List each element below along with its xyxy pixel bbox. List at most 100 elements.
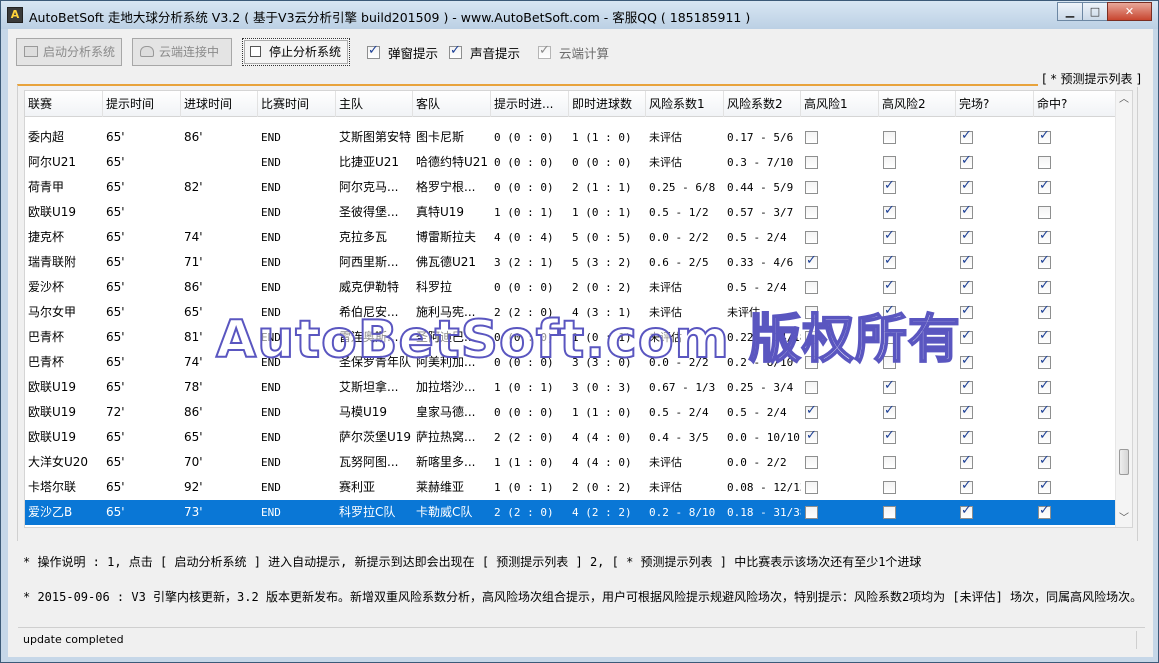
high-risk2-checkbox[interactable]	[883, 178, 896, 194]
high-risk2-checkbox[interactable]	[883, 156, 896, 169]
finished-checkbox[interactable]	[960, 428, 973, 444]
high-risk1-checkbox[interactable]	[805, 253, 818, 269]
col-high-risk2-header[interactable]: 高风险2	[879, 91, 956, 117]
title-bar[interactable]: A AutoBetSoft 走地大球分析系统 V3.2 ( 基于V3云分析引擎 …	[1, 1, 1158, 29]
table-row[interactable]: 捷克杯 65' 74' END 克拉多瓦 博雷斯拉夫 4 (0 : 4) 5 (0 : 5) 0…	[25, 225, 1117, 250]
hit-checkbox[interactable]	[1038, 128, 1051, 144]
high-risk1-checkbox[interactable]	[805, 456, 818, 469]
high-risk2-checkbox[interactable]	[883, 378, 896, 394]
hit-checkbox[interactable]	[1038, 478, 1051, 494]
high-risk2-checkbox[interactable]	[883, 303, 896, 319]
high-risk1-checkbox[interactable]	[805, 331, 818, 344]
finished-checkbox[interactable]	[960, 203, 973, 219]
high-risk1-checkbox[interactable]	[805, 428, 818, 444]
finished-checkbox[interactable]	[960, 303, 973, 319]
hit-checkbox[interactable]	[1038, 328, 1051, 344]
high-risk1-checkbox[interactable]	[805, 206, 818, 219]
finished-checkbox[interactable]	[960, 228, 973, 244]
finished-checkbox[interactable]	[960, 128, 973, 144]
table-row[interactable]: 大洋女U20 65' 70' END 瓦努阿图... 新喀里多... 1 (1 : 0) 4 …	[25, 450, 1117, 475]
high-risk1-checkbox[interactable]	[805, 231, 818, 244]
finished-checkbox[interactable]	[960, 178, 973, 194]
stop-analysis-button[interactable]: 停止分析系统	[242, 38, 350, 66]
table-row[interactable]: 阿尔U21 65' END 比捷亚U21 哈德约特U21 0 (0 : 0) 0 (0 : …	[25, 150, 1117, 175]
high-risk1-checkbox[interactable]	[805, 156, 818, 169]
high-risk1-checkbox[interactable]	[805, 403, 818, 419]
hit-checkbox[interactable]	[1038, 503, 1051, 519]
high-risk1-checkbox[interactable]	[805, 281, 818, 294]
hit-checkbox[interactable]	[1038, 403, 1051, 419]
high-risk2-checkbox[interactable]	[883, 428, 896, 444]
table-row[interactable]: 欧联U19 65' END 圣彼得堡... 真特U19 1 (0 : 1) 1 (0 : 1…	[25, 200, 1117, 225]
high-risk2-checkbox[interactable]	[883, 253, 896, 269]
table-row[interactable]: 巴青杯 65' 74' END 圣保罗青年队 阿美利加... 0 (0 : 0) 3 (3 :…	[25, 350, 1117, 375]
col-risk1-header[interactable]: 风险系数1	[646, 91, 724, 117]
col-goal-time-header[interactable]: 进球时间	[181, 91, 258, 117]
hit-checkbox[interactable]	[1038, 206, 1051, 219]
table-row[interactable]: 欧联U19 65' 65' END 萨尔茨堡U19 萨拉热窝... 2 (2 : 0) 4 (…	[25, 425, 1117, 450]
table-row[interactable]: 巴青杯 65' 81' END 雷连奥斯... 圣阿迪巴... 0 (0 : 0) 1 (0 …	[25, 325, 1117, 350]
scroll-thumb[interactable]	[1119, 449, 1129, 475]
table-row[interactable]: 欧联U19 72' 86' END 马模U19 皇家马德... 0 (0 : 0) 1 (1 …	[25, 400, 1117, 425]
high-risk2-checkbox[interactable]	[883, 278, 896, 294]
hit-checkbox[interactable]	[1038, 378, 1051, 394]
table-row[interactable]: 卡塔尔联 65' 92' END 赛利亚 莱赫维亚 1 (0 : 1) 2 (0 : 2) 未评…	[25, 475, 1117, 500]
finished-checkbox[interactable]	[960, 453, 973, 469]
col-high-risk1-header[interactable]: 高风险1	[801, 91, 879, 117]
hit-checkbox[interactable]	[1038, 428, 1051, 444]
prediction-table[interactable]: 联赛 提示时间 进球时间 比赛时间 主队 客队 提示时进... 即时进球数 风险系数1 风险系数2…	[24, 90, 1133, 528]
hit-checkbox[interactable]	[1038, 156, 1051, 169]
finished-checkbox[interactable]	[960, 378, 973, 394]
sound-checkbox[interactable]	[449, 43, 462, 59]
col-tip-score-header[interactable]: 提示时进...	[491, 91, 569, 117]
scroll-up-icon[interactable]: ︿	[1116, 91, 1132, 108]
high-risk2-checkbox[interactable]	[883, 403, 896, 419]
finished-checkbox[interactable]	[960, 353, 973, 369]
popup-toggle[interactable]: 弹窗提示	[367, 43, 438, 62]
high-risk2-checkbox[interactable]	[883, 356, 896, 369]
col-match-time-header[interactable]: 比赛时间	[258, 91, 336, 117]
high-risk1-checkbox[interactable]	[805, 181, 818, 194]
sound-toggle[interactable]: 声音提示	[449, 43, 520, 62]
high-risk1-checkbox[interactable]	[805, 481, 818, 494]
high-risk2-checkbox[interactable]	[883, 481, 896, 494]
high-risk2-checkbox[interactable]	[883, 456, 896, 469]
maximize-button[interactable]: □	[1082, 2, 1108, 21]
finished-checkbox[interactable]	[960, 503, 973, 519]
col-tip-time-header[interactable]: 提示时间	[103, 91, 181, 117]
high-risk1-checkbox[interactable]	[805, 306, 818, 319]
hit-checkbox[interactable]	[1038, 353, 1051, 369]
high-risk2-checkbox[interactable]	[883, 203, 896, 219]
hit-checkbox[interactable]	[1038, 178, 1051, 194]
high-risk1-checkbox[interactable]	[805, 131, 818, 144]
high-risk2-checkbox[interactable]	[883, 228, 896, 244]
start-analysis-button[interactable]: 启动分析系统	[16, 38, 122, 66]
col-league-header[interactable]: 联赛	[25, 91, 103, 117]
minimize-button[interactable]: ▁	[1057, 2, 1083, 21]
high-risk2-checkbox[interactable]	[883, 328, 896, 344]
high-risk1-checkbox[interactable]	[805, 506, 818, 519]
col-away-header[interactable]: 客队	[413, 91, 491, 117]
table-row[interactable]: 爱沙杯 65' 86' END 威克伊勒特 科罗拉 0 (0 : 0) 2 (0 : 2) 未评…	[25, 275, 1117, 300]
table-row[interactable]: 欧联U19 65' 78' END 艾斯坦拿... 加拉塔沙... 1 (0 : 1) 3 (…	[25, 375, 1117, 400]
high-risk2-checkbox[interactable]	[883, 131, 896, 144]
popup-checkbox[interactable]	[367, 43, 380, 59]
high-risk2-checkbox[interactable]	[883, 506, 896, 519]
table-row[interactable]: 委内超 65' 86' END 艾斯图第安特 图卡尼斯 0 (0 : 0) 1 (1 : 0)…	[25, 125, 1117, 150]
cloud-connect-button[interactable]: 云端连接中	[132, 38, 232, 66]
high-risk1-checkbox[interactable]	[805, 356, 818, 369]
col-finished-header[interactable]: 完场?	[956, 91, 1034, 117]
hit-checkbox[interactable]	[1038, 453, 1051, 469]
finished-checkbox[interactable]	[960, 328, 973, 344]
finished-checkbox[interactable]	[960, 153, 973, 169]
hit-checkbox[interactable]	[1038, 228, 1051, 244]
vertical-scrollbar[interactable]: ︿ ﹀	[1115, 91, 1132, 527]
scroll-down-icon[interactable]: ﹀	[1116, 510, 1132, 527]
col-risk2-header[interactable]: 风险系数2	[724, 91, 801, 117]
finished-checkbox[interactable]	[960, 403, 973, 419]
col-hit-header[interactable]: 命中?	[1034, 91, 1117, 117]
table-row[interactable]: 马尔女甲 65' 65' END 希伯尼安... 施利马宪... 2 (2 : 0) 4 (3…	[25, 300, 1117, 325]
hit-checkbox[interactable]	[1038, 303, 1051, 319]
close-button[interactable]: ✕	[1107, 2, 1152, 21]
table-row[interactable]: 荷青甲 65' 82' END 阿尔克马... 格罗宁根... 0 (0 : 0) 2 (1 …	[25, 175, 1117, 200]
